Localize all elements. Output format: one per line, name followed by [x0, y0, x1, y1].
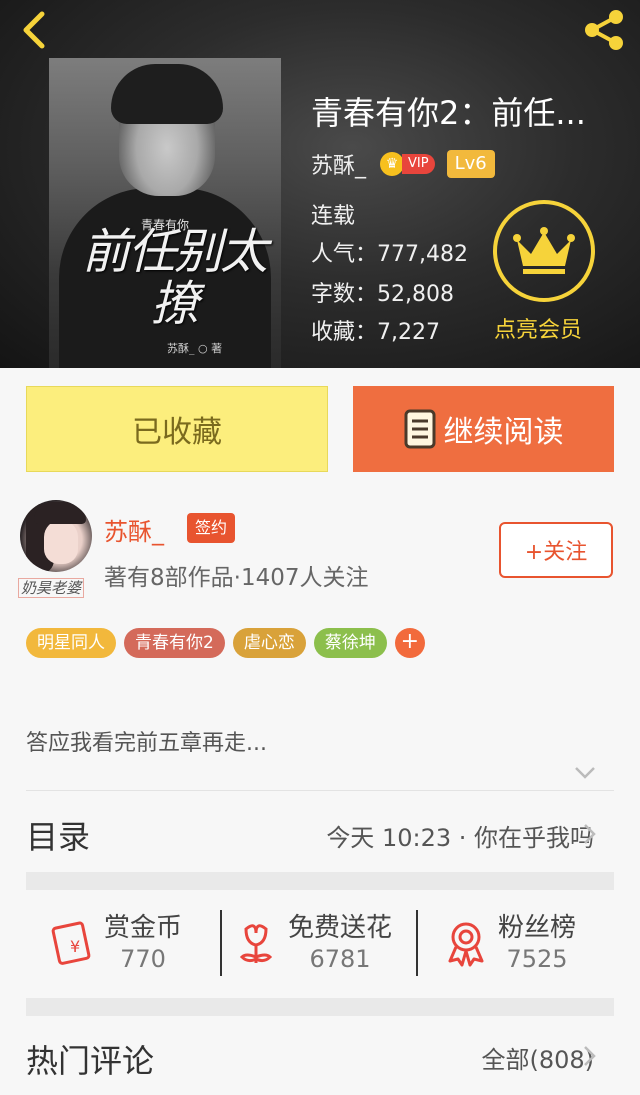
avatar-caption: 奶昊老婆 [18, 578, 85, 598]
author-name[interactable]: 苏酥_ [311, 148, 366, 180]
signed-badge: 签约 [187, 513, 236, 543]
share-button[interactable] [580, 8, 628, 52]
book-header: 青春有你 前任别太撩 苏酥_ ○ 著 青春有你2：前任... 苏酥_ ♛ VIP… [0, 0, 640, 368]
vip-badge: ♛ VIP [380, 152, 435, 176]
add-tag-button[interactable]: + [394, 628, 425, 658]
author-avatar[interactable] [20, 500, 92, 572]
vip-badge-label: VIP [402, 154, 435, 174]
author-stats: 著有8部作品·1407人关注 [104, 565, 369, 591]
author-card-name[interactable]: 苏酥_ [104, 512, 164, 547]
medal-icon [448, 922, 484, 967]
latest-chapter[interactable]: 今天 10:23 · 你在乎我吗 [326, 818, 594, 853]
cover-big-title: 前任别太撩 [81, 224, 268, 332]
send-flower-button[interactable]: 免费送花 6781 [232, 908, 392, 978]
book-intro[interactable]: 答应我看完前五章再走... [26, 725, 267, 757]
follow-button[interactable]: +关注 [499, 522, 613, 578]
tag-list: 明星同人 青春有你2 虐心恋 蔡徐坤 + [26, 628, 425, 658]
stat-value: 7525 [506, 945, 568, 973]
tag-chip[interactable]: 虐心恋 [232, 628, 306, 658]
fan-ranking-button[interactable]: 粉丝榜 7525 [442, 908, 576, 978]
continue-reading-button[interactable]: 继续阅读 [353, 386, 614, 472]
stat-value: 770 [120, 945, 166, 973]
reward-coins-button[interactable]: ¥ 赏金币 770 [48, 908, 182, 978]
red-envelope-icon: ¥ [51, 921, 91, 965]
flower-icon [239, 924, 273, 963]
avatar-fringe [34, 502, 86, 524]
favorited-label: 已收藏 [132, 415, 222, 450]
author-row: 苏酥_ ♛ VIP Lv6 [311, 148, 495, 180]
favorited-button[interactable]: 已收藏 [26, 386, 328, 472]
all-comments-link[interactable]: 全部(808) [481, 1040, 594, 1075]
vip-membership-label[interactable]: 点亮会员 [494, 312, 582, 344]
tag-chip[interactable]: 蔡徐坤 [313, 628, 387, 658]
stat-value: 6781 [309, 945, 371, 973]
section-separator [26, 998, 614, 1016]
favorite-count: 收藏：7,227 [311, 320, 440, 345]
share-icon [585, 10, 623, 50]
section-separator [26, 872, 614, 890]
stat-divider [220, 910, 222, 976]
crown-icon [513, 227, 575, 274]
crown-icon: ♛ [380, 152, 405, 176]
avatar-face [44, 520, 78, 564]
chevron-left-icon [23, 11, 45, 49]
stat-label: 免费送花 [288, 913, 393, 943]
tag-chip[interactable]: 明星同人 [26, 628, 116, 658]
book-cover[interactable]: 青春有你 前任别太撩 苏酥_ ○ 著 [49, 58, 281, 368]
hot-comments-title: 热门评论 [26, 1042, 155, 1080]
level-badge: Lv6 [446, 150, 495, 178]
back-button[interactable] [14, 8, 54, 52]
popularity: 人气：777,482 [311, 242, 468, 267]
word-count: 字数：52,808 [311, 282, 454, 307]
continue-reading-label: 继续阅读 [443, 415, 564, 450]
stat-label: 粉丝榜 [498, 913, 577, 943]
book-title: 青春有你2：前任... [311, 94, 586, 132]
cover-author-mark: 苏酥_ ○ 著 [167, 342, 223, 355]
svg-text:¥: ¥ [70, 937, 80, 956]
stat-divider [416, 910, 418, 976]
stat-label: 赏金币 [104, 913, 183, 943]
chevron-down-icon[interactable] [574, 765, 596, 781]
vip-membership-button[interactable] [493, 200, 595, 302]
toc-title[interactable]: 目录 [26, 812, 90, 858]
chevron-right-icon[interactable] [582, 823, 596, 845]
divider [26, 790, 614, 791]
cover-figure-hair [111, 64, 223, 124]
book-icon [404, 409, 435, 449]
serial-status: 连载 [311, 204, 356, 229]
chevron-right-icon[interactable] [582, 1045, 596, 1067]
tag-chip[interactable]: 青春有你2 [124, 628, 225, 658]
